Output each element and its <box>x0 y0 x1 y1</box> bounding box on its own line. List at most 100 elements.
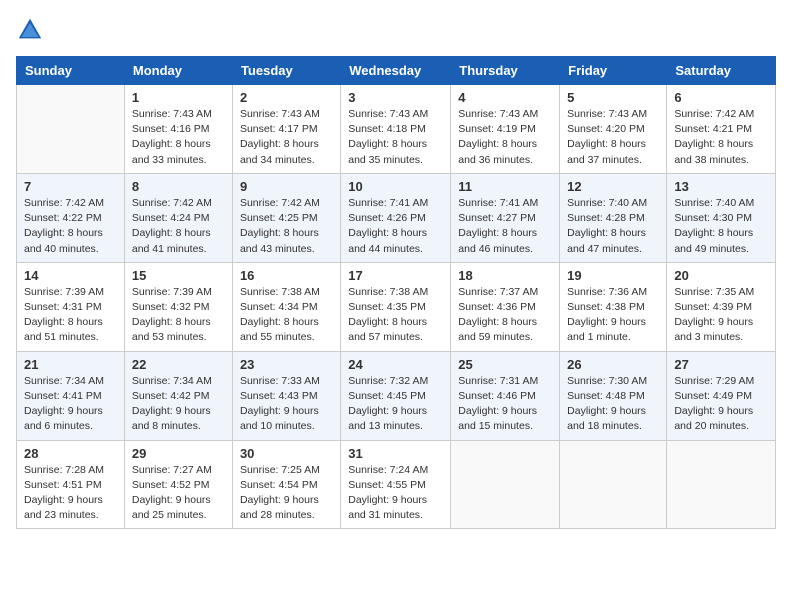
daylight: Daylight: 9 hours and 3 minutes. <box>674 316 753 343</box>
sunrise: Sunrise: 7:38 AM <box>240 286 320 298</box>
calendar-cell: 4 Sunrise: 7:43 AM Sunset: 4:19 PM Dayli… <box>451 85 560 174</box>
sunset: Sunset: 4:31 PM <box>24 301 102 313</box>
day-info: Sunrise: 7:43 AM Sunset: 4:16 PM Dayligh… <box>132 107 225 168</box>
sunrise: Sunrise: 7:32 AM <box>348 375 428 387</box>
calendar-cell: 24 Sunrise: 7:32 AM Sunset: 4:45 PM Dayl… <box>341 351 451 440</box>
calendar-cell <box>17 85 125 174</box>
day-number: 26 <box>567 357 659 372</box>
sunset: Sunset: 4:52 PM <box>132 479 210 491</box>
sunrise: Sunrise: 7:39 AM <box>24 286 104 298</box>
sunrise: Sunrise: 7:40 AM <box>674 197 754 209</box>
day-info: Sunrise: 7:36 AM Sunset: 4:38 PM Dayligh… <box>567 285 659 346</box>
calendar-cell: 9 Sunrise: 7:42 AM Sunset: 4:25 PM Dayli… <box>232 173 340 262</box>
day-info: Sunrise: 7:25 AM Sunset: 4:54 PM Dayligh… <box>240 463 333 524</box>
column-header-monday: Monday <box>124 57 232 85</box>
day-number: 15 <box>132 268 225 283</box>
day-number: 3 <box>348 90 443 105</box>
sunset: Sunset: 4:32 PM <box>132 301 210 313</box>
day-number: 12 <box>567 179 659 194</box>
sunset: Sunset: 4:41 PM <box>24 390 102 402</box>
day-info: Sunrise: 7:38 AM Sunset: 4:35 PM Dayligh… <box>348 285 443 346</box>
daylight: Daylight: 8 hours and 49 minutes. <box>674 227 753 254</box>
day-info: Sunrise: 7:43 AM Sunset: 4:20 PM Dayligh… <box>567 107 659 168</box>
calendar-cell: 16 Sunrise: 7:38 AM Sunset: 4:34 PM Dayl… <box>232 262 340 351</box>
sunrise: Sunrise: 7:34 AM <box>132 375 212 387</box>
sunset: Sunset: 4:34 PM <box>240 301 318 313</box>
daylight: Daylight: 8 hours and 57 minutes. <box>348 316 427 343</box>
day-number: 17 <box>348 268 443 283</box>
day-info: Sunrise: 7:34 AM Sunset: 4:42 PM Dayligh… <box>132 374 225 435</box>
day-info: Sunrise: 7:43 AM Sunset: 4:18 PM Dayligh… <box>348 107 443 168</box>
day-info: Sunrise: 7:28 AM Sunset: 4:51 PM Dayligh… <box>24 463 117 524</box>
calendar-cell: 23 Sunrise: 7:33 AM Sunset: 4:43 PM Dayl… <box>232 351 340 440</box>
day-number: 28 <box>24 446 117 461</box>
calendar-cell: 12 Sunrise: 7:40 AM Sunset: 4:28 PM Dayl… <box>560 173 667 262</box>
day-info: Sunrise: 7:34 AM Sunset: 4:41 PM Dayligh… <box>24 374 117 435</box>
sunrise: Sunrise: 7:27 AM <box>132 464 212 476</box>
column-header-tuesday: Tuesday <box>232 57 340 85</box>
sunset: Sunset: 4:20 PM <box>567 123 645 135</box>
calendar-cell: 20 Sunrise: 7:35 AM Sunset: 4:39 PM Dayl… <box>667 262 776 351</box>
calendar-cell <box>667 440 776 529</box>
sunrise: Sunrise: 7:36 AM <box>567 286 647 298</box>
calendar-cell: 7 Sunrise: 7:42 AM Sunset: 4:22 PM Dayli… <box>17 173 125 262</box>
day-number: 27 <box>674 357 768 372</box>
calendar-cell: 10 Sunrise: 7:41 AM Sunset: 4:26 PM Dayl… <box>341 173 451 262</box>
sunrise: Sunrise: 7:33 AM <box>240 375 320 387</box>
daylight: Daylight: 8 hours and 43 minutes. <box>240 227 319 254</box>
day-number: 4 <box>458 90 552 105</box>
day-number: 21 <box>24 357 117 372</box>
sunrise: Sunrise: 7:35 AM <box>674 286 754 298</box>
sunrise: Sunrise: 7:41 AM <box>458 197 538 209</box>
calendar-cell: 29 Sunrise: 7:27 AM Sunset: 4:52 PM Dayl… <box>124 440 232 529</box>
day-info: Sunrise: 7:39 AM Sunset: 4:32 PM Dayligh… <box>132 285 225 346</box>
day-number: 14 <box>24 268 117 283</box>
day-number: 11 <box>458 179 552 194</box>
page-header <box>16 16 776 44</box>
daylight: Daylight: 8 hours and 37 minutes. <box>567 138 646 165</box>
daylight: Daylight: 8 hours and 59 minutes. <box>458 316 537 343</box>
daylight: Daylight: 8 hours and 44 minutes. <box>348 227 427 254</box>
daylight: Daylight: 9 hours and 28 minutes. <box>240 494 319 521</box>
calendar-week-2: 7 Sunrise: 7:42 AM Sunset: 4:22 PM Dayli… <box>17 173 776 262</box>
calendar-cell: 15 Sunrise: 7:39 AM Sunset: 4:32 PM Dayl… <box>124 262 232 351</box>
daylight: Daylight: 8 hours and 35 minutes. <box>348 138 427 165</box>
day-info: Sunrise: 7:35 AM Sunset: 4:39 PM Dayligh… <box>674 285 768 346</box>
sunset: Sunset: 4:30 PM <box>674 212 752 224</box>
sunrise: Sunrise: 7:42 AM <box>240 197 320 209</box>
day-info: Sunrise: 7:38 AM Sunset: 4:34 PM Dayligh… <box>240 285 333 346</box>
daylight: Daylight: 9 hours and 15 minutes. <box>458 405 537 432</box>
day-info: Sunrise: 7:42 AM Sunset: 4:24 PM Dayligh… <box>132 196 225 257</box>
daylight: Daylight: 8 hours and 41 minutes. <box>132 227 211 254</box>
day-info: Sunrise: 7:39 AM Sunset: 4:31 PM Dayligh… <box>24 285 117 346</box>
logo <box>16 16 48 44</box>
day-number: 18 <box>458 268 552 283</box>
day-number: 7 <box>24 179 117 194</box>
day-number: 5 <box>567 90 659 105</box>
day-info: Sunrise: 7:43 AM Sunset: 4:19 PM Dayligh… <box>458 107 552 168</box>
day-info: Sunrise: 7:29 AM Sunset: 4:49 PM Dayligh… <box>674 374 768 435</box>
sunset: Sunset: 4:46 PM <box>458 390 536 402</box>
daylight: Daylight: 8 hours and 33 minutes. <box>132 138 211 165</box>
day-info: Sunrise: 7:30 AM Sunset: 4:48 PM Dayligh… <box>567 374 659 435</box>
column-header-wednesday: Wednesday <box>341 57 451 85</box>
logo-icon <box>16 16 44 44</box>
day-number: 16 <box>240 268 333 283</box>
daylight: Daylight: 8 hours and 38 minutes. <box>674 138 753 165</box>
day-number: 9 <box>240 179 333 194</box>
calendar-cell: 28 Sunrise: 7:28 AM Sunset: 4:51 PM Dayl… <box>17 440 125 529</box>
day-number: 8 <box>132 179 225 194</box>
sunset: Sunset: 4:54 PM <box>240 479 318 491</box>
day-number: 2 <box>240 90 333 105</box>
sunset: Sunset: 4:49 PM <box>674 390 752 402</box>
daylight: Daylight: 8 hours and 46 minutes. <box>458 227 537 254</box>
calendar-cell: 14 Sunrise: 7:39 AM Sunset: 4:31 PM Dayl… <box>17 262 125 351</box>
column-header-saturday: Saturday <box>667 57 776 85</box>
day-info: Sunrise: 7:43 AM Sunset: 4:17 PM Dayligh… <box>240 107 333 168</box>
day-number: 22 <box>132 357 225 372</box>
calendar-cell: 25 Sunrise: 7:31 AM Sunset: 4:46 PM Dayl… <box>451 351 560 440</box>
sunrise: Sunrise: 7:43 AM <box>567 108 647 120</box>
day-info: Sunrise: 7:32 AM Sunset: 4:45 PM Dayligh… <box>348 374 443 435</box>
calendar-cell: 27 Sunrise: 7:29 AM Sunset: 4:49 PM Dayl… <box>667 351 776 440</box>
day-info: Sunrise: 7:27 AM Sunset: 4:52 PM Dayligh… <box>132 463 225 524</box>
